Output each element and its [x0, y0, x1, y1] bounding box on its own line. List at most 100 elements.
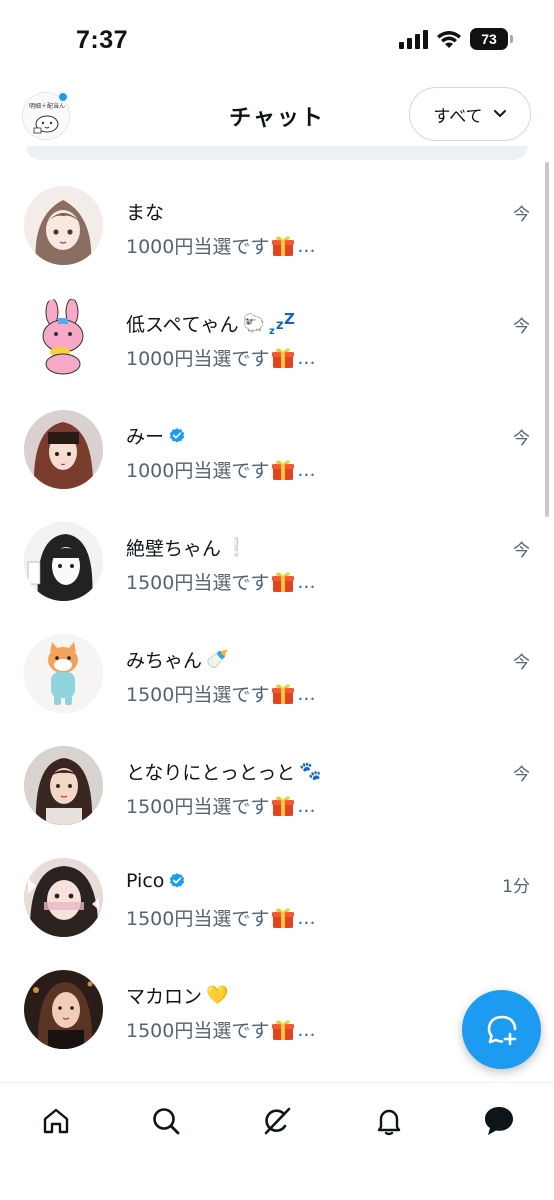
chat-name-text: みー	[126, 426, 165, 448]
chat-row[interactable]: まな 1000円当選です... 今	[0, 170, 554, 282]
chat-name-emoji: ❕	[225, 537, 248, 558]
nav-messages[interactable]	[479, 1101, 519, 1141]
chat-name-text: みちゃん	[126, 650, 203, 672]
chat-avatar[interactable]	[24, 298, 103, 377]
chat-time: 1分	[502, 877, 530, 897]
nav-notifications[interactable]	[369, 1101, 409, 1141]
chat-name-text: となりにとっとっと	[126, 762, 296, 784]
chat-name-emoji: 🐑	[242, 313, 266, 334]
chat-header: 明細＋配当ん チャット すべて	[0, 80, 554, 150]
chat-row[interactable]: となりにとっとっと 🐾 1500円当選です... 今	[0, 730, 554, 842]
svg-text:z: z	[276, 318, 284, 333]
messages-icon	[485, 1107, 513, 1135]
nav-grok[interactable]	[257, 1101, 297, 1141]
chat-name-text: まな	[126, 202, 165, 224]
status-time: 7:37	[76, 26, 129, 54]
verified-badge-icon	[169, 427, 185, 443]
chat-preview-ellipsis: ...	[297, 1018, 316, 1041]
chat-row[interactable]: Pico 1500円当選です... 1分	[0, 842, 554, 954]
nav-search[interactable]	[146, 1101, 186, 1141]
chat-preview-text: 1500円当選です	[126, 908, 270, 930]
chat-avatar[interactable]	[24, 858, 103, 937]
chat-preview-ellipsis: ...	[297, 794, 316, 817]
chat-name-emoji: 🐾	[299, 761, 322, 782]
chat-time: 今	[513, 429, 530, 449]
list-top-edge	[26, 146, 528, 160]
svg-text:z: z	[269, 326, 275, 336]
chat-row[interactable]: みちゃん 🍼 1500円当選です... 今	[0, 618, 554, 730]
chat-preview-text: 1000円当選です	[126, 348, 270, 370]
chat-preview-ellipsis: ...	[297, 234, 316, 257]
chat-name: Pico	[126, 870, 186, 892]
chat-row[interactable]: 低スペてゃん 🐑 z z Z 1000円当選です... 今	[0, 282, 554, 394]
chat-avatar[interactable]	[24, 522, 103, 601]
chat-avatar[interactable]	[24, 634, 103, 713]
chat-preview: 1500円当選です...	[126, 680, 315, 707]
gift-icon	[272, 235, 295, 256]
chat-preview: 1000円当選です...	[126, 456, 315, 483]
chat-name: まな	[126, 198, 164, 225]
notifications-icon	[377, 1109, 401, 1136]
chat-time: 今	[513, 317, 530, 337]
filter-dropdown-button[interactable]: すべて	[409, 87, 531, 141]
chat-preview-ellipsis: ...	[297, 682, 316, 705]
gift-icon	[272, 347, 295, 368]
new-message-button[interactable]	[462, 990, 541, 1069]
chat-preview-ellipsis: ...	[297, 570, 316, 593]
chat-preview-ellipsis: ...	[297, 906, 316, 929]
chat-avatar[interactable]	[24, 410, 103, 489]
chat-row[interactable]: 絶壁ちゃん ❕ 1500円当選です... 今	[0, 506, 554, 618]
chat-time: 今	[513, 205, 530, 225]
chat-name-text: Pico	[126, 870, 165, 892]
chat-name-emoji: 💛	[206, 985, 229, 1006]
chat-name: みちゃん 🍼	[126, 646, 228, 673]
chat-preview: 1500円当選です...	[126, 904, 315, 931]
nav-home[interactable]	[36, 1101, 76, 1141]
chat-name-text: 絶壁ちゃん	[126, 538, 222, 560]
status-bar: 7:37 73	[0, 0, 554, 80]
search-icon	[153, 1108, 180, 1135]
chat-preview: 1000円当選です...	[126, 344, 315, 371]
chat-preview: 1500円当選です...	[126, 1016, 315, 1043]
svg-text:Z: Z	[284, 312, 295, 328]
chat-preview-text: 1500円当選です	[126, 796, 270, 818]
chat-preview-text: 1500円当選です	[126, 1020, 270, 1042]
grok-icon	[264, 1107, 291, 1135]
status-icons: 73	[398, 28, 513, 50]
new-message-icon	[487, 1015, 516, 1045]
sleeping-zzz-icon: zzZ	[269, 312, 295, 336]
chat-avatar[interactable]	[24, 746, 103, 825]
chat-preview: 1500円当選です...	[126, 792, 315, 819]
chat-time: 今	[513, 653, 530, 673]
chevron-down-icon	[493, 110, 506, 118]
chat-preview-ellipsis: ...	[297, 458, 316, 481]
verified-badge-icon	[170, 873, 185, 888]
chat-time: 今	[513, 541, 530, 561]
chat-preview: 1500円当選です...	[126, 568, 315, 595]
chat-preview-text: 1500円当選です	[126, 572, 270, 594]
chat-name: みー	[126, 422, 186, 449]
gift-icon	[272, 907, 295, 928]
chat-name-text: 低スペてゃん	[126, 314, 239, 336]
chat-row[interactable]: みー 1000円当選です... 今	[0, 394, 554, 506]
gift-icon	[272, 459, 295, 480]
chat-preview-text: 1000円当選です	[126, 460, 270, 482]
chat-preview-text: 1500円当選です	[126, 684, 270, 706]
chat-preview: 1000円当選です...	[126, 232, 315, 259]
bottom-navigation	[0, 1082, 554, 1200]
chat-preview-text: 1000円当選です	[126, 236, 270, 258]
wifi-icon	[437, 31, 461, 48]
chat-name: 絶壁ちゃん ❕	[126, 534, 247, 561]
chat-preview-ellipsis: ...	[297, 346, 316, 369]
chat-avatar[interactable]	[24, 186, 103, 265]
chat-avatar[interactable]	[24, 970, 103, 1049]
filter-label: すべて	[433, 106, 483, 127]
chat-name-emoji: 🍼	[206, 649, 229, 670]
battery-level: 73	[481, 31, 497, 47]
gift-icon	[272, 683, 295, 704]
chat-name: となりにとっとっと 🐾	[126, 758, 322, 785]
battery-icon: 73	[470, 28, 513, 50]
chat-name: マカロン 💛	[126, 982, 228, 1009]
chat-name: 低スペてゃん 🐑 z z Z	[126, 310, 295, 337]
home-icon	[43, 1108, 69, 1134]
